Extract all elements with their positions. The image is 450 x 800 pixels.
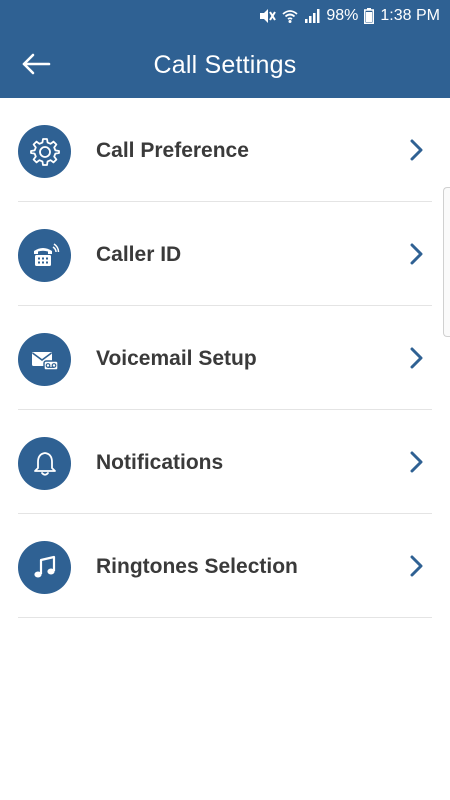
chevron-right-icon	[408, 450, 424, 474]
signal-icon	[304, 8, 320, 24]
call-preference-item[interactable]: Call Preference	[0, 98, 450, 202]
battery-icon	[364, 8, 375, 24]
app-bar: Call Settings	[0, 32, 450, 98]
page-title: Call Settings	[153, 51, 297, 79]
call-preference-label: Call Preference	[96, 139, 249, 162]
ringtones-selection-label: Ringtones Selection	[96, 555, 298, 578]
caller-id-label: Caller ID	[96, 243, 182, 266]
mute-vibrate-icon	[258, 8, 277, 24]
edge-panel-handle[interactable]	[443, 187, 450, 337]
notifications-label: Notifications	[96, 451, 224, 474]
wifi-icon	[282, 8, 298, 24]
voicemail-setup-item[interactable]: Voicemail Setup	[0, 306, 450, 410]
status-time: 1:38 PM	[380, 7, 440, 24]
notifications-item[interactable]: Notifications	[0, 410, 450, 514]
status-bar: 98% 1:38 PM	[0, 0, 450, 32]
voicemail-icon	[18, 333, 71, 386]
music-note-icon	[18, 541, 71, 594]
chevron-right-icon	[408, 346, 424, 370]
chevron-right-icon	[408, 138, 424, 162]
voicemail-setup-label: Voicemail Setup	[96, 347, 257, 370]
ringtones-selection-item[interactable]: Ringtones Selection	[0, 514, 450, 618]
caller-id-item[interactable]: Caller ID	[0, 202, 450, 306]
chevron-right-icon	[408, 242, 424, 266]
phone-icon	[18, 229, 71, 282]
bell-icon	[18, 437, 71, 490]
battery-percentage: 98%	[326, 7, 359, 24]
divider	[18, 617, 432, 618]
chevron-right-icon	[408, 554, 424, 578]
gear-icon	[18, 125, 71, 178]
settings-list: Call Preference Caller ID Voicemail Setu…	[0, 98, 450, 618]
